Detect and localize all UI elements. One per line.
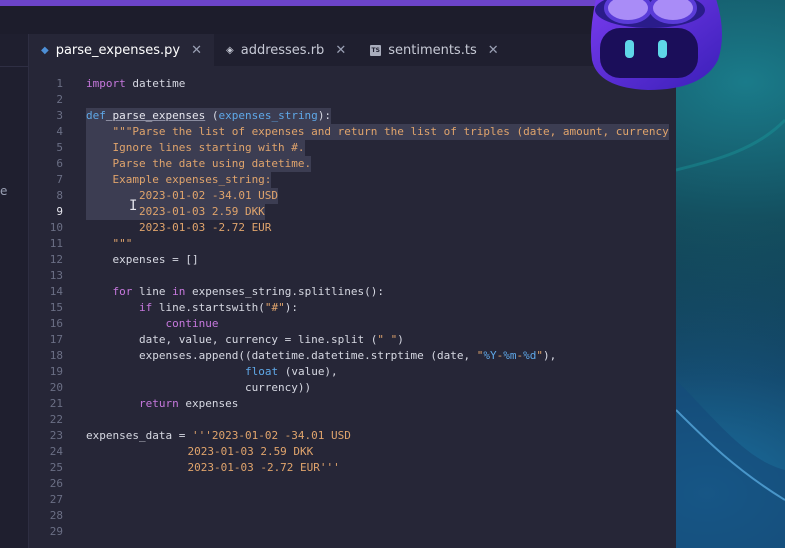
docstring-line: 2023-01-03 2.59 DKK	[86, 204, 265, 220]
close-icon[interactable]: ✕	[335, 43, 346, 58]
docstring-line: """	[86, 237, 133, 250]
ruby-icon: ◈	[226, 44, 234, 56]
code-text: expenses_string.splitlines():	[185, 285, 385, 298]
code-line: 2023-01-03 -2.72 EUR'''	[86, 460, 340, 476]
code-line: for line in expenses_string.splitlines()…	[86, 284, 384, 300]
code-line: date, value, currency = line.split (" ")	[86, 332, 404, 348]
code-line: import datetime	[86, 76, 185, 92]
editor-window: e ◆ parse_expenses.py ✕ ◈ addresses.rb ✕…	[0, 0, 676, 548]
text-cursor-icon: I	[129, 198, 138, 214]
tab-label: parse_expenses.py	[55, 42, 181, 58]
code-text: ):	[284, 301, 298, 314]
code-text: ):	[317, 109, 332, 122]
line-number: 26	[49, 477, 63, 490]
code-editor[interactable]: 1 2 3 4 5 6 7 8 9 10 11 12 13 14 15 16 1…	[29, 74, 676, 548]
string: 2023-01-03 2.59 DKK	[108, 445, 314, 458]
function-name: parse_expenses	[105, 109, 206, 122]
docstring-line: Ignore lines starting with #.	[86, 140, 305, 156]
docstring-line: Example expenses_string:	[86, 172, 272, 188]
line-number: 2	[56, 93, 63, 106]
code-text: expenses_data =	[86, 429, 192, 442]
string: " "	[377, 333, 398, 346]
tab-sentiments[interactable]: TS sentiments.ts ✕	[358, 34, 510, 66]
string: 2023-01-03 -2.72 EUR'''	[108, 461, 340, 474]
line-number: 27	[49, 493, 63, 506]
code-text: date, value, currency = line.split (	[86, 333, 378, 346]
copilot-mascot-icon	[590, 0, 722, 90]
line-number: 22	[49, 413, 63, 426]
close-icon[interactable]: ✕	[488, 43, 499, 58]
code-text: expenses	[178, 397, 239, 410]
docstring-line: 2023-01-02 -34.01 USD	[86, 188, 279, 204]
sidebar-divider	[0, 66, 28, 67]
keyword: continue	[86, 317, 219, 330]
code-text: line.startswith(	[152, 301, 265, 314]
docstring-line: Parse the date using datetime.	[86, 156, 312, 172]
docstring-line: 2023-01-03 -2.72 EUR	[86, 221, 272, 234]
keyword: return	[86, 397, 179, 410]
code-text: datetime	[125, 77, 186, 90]
string: '''2023-01-02 -34.01 USD	[191, 429, 351, 442]
docstring-line: """Parse the list of expenses and return…	[86, 124, 669, 140]
line-number: 29	[49, 525, 63, 538]
tab-label: sentiments.ts	[388, 42, 477, 58]
line-number: 28	[49, 509, 63, 522]
keyword: in	[172, 285, 186, 298]
tab-addresses[interactable]: ◈ addresses.rb ✕	[214, 34, 358, 66]
sidebar: e	[0, 34, 29, 548]
sidebar-partial-text: e	[0, 184, 8, 198]
code-line: expenses.append((datetime.datetime.strpt…	[86, 348, 556, 364]
keyword: def	[86, 109, 106, 122]
python-icon: ◆	[41, 44, 49, 56]
code-line: float (value),	[86, 364, 338, 380]
tab-parse-expenses[interactable]: ◆ parse_expenses.py ✕	[29, 34, 215, 66]
format-spec: %m	[503, 349, 517, 362]
code-text: (	[205, 109, 219, 122]
code-text: expenses.append((datetime.datetime.strpt…	[86, 349, 477, 362]
format-spec: %d	[523, 349, 537, 362]
code-line: if line.startswith("#"):	[86, 300, 298, 316]
code-text: )	[397, 333, 404, 346]
typescript-icon: TS	[370, 44, 382, 56]
tab-label: addresses.rb	[240, 42, 325, 58]
code-line: expenses_data = '''2023-01-02 -34.01 USD	[86, 428, 351, 444]
keyword: for	[86, 285, 133, 298]
line-number: 13	[49, 269, 63, 282]
code-line: 2023-01-03 2.59 DKK	[86, 444, 313, 460]
keyword: import	[86, 77, 126, 90]
keyword: if	[86, 301, 153, 314]
builtin: float	[244, 365, 279, 378]
code-line: currency))	[86, 381, 312, 394]
code-text: (value),	[278, 365, 338, 378]
parameter: expenses_string	[218, 109, 318, 122]
string: "#"	[264, 301, 285, 314]
code-text: line	[132, 285, 173, 298]
code-line: expenses = []	[86, 253, 199, 266]
title-bar	[0, 6, 676, 34]
code-line: return expenses	[86, 396, 238, 412]
format-spec: %Y	[483, 349, 497, 362]
code-text: ),	[542, 349, 557, 362]
string: "	[536, 349, 543, 362]
close-icon[interactable]: ✕	[191, 43, 202, 58]
code-line: def parse_expenses (expenses_string):	[86, 108, 332, 124]
